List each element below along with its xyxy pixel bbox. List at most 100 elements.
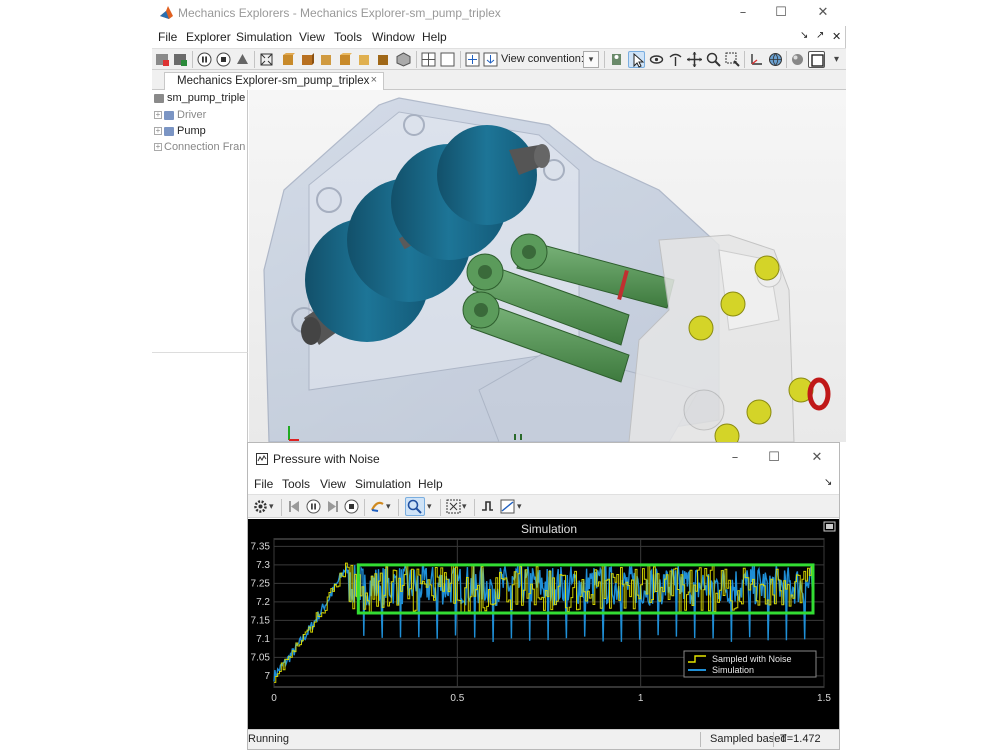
view-left-icon[interactable] [318,51,335,68]
subsystem-icon [164,110,174,120]
pump-model-render [249,90,846,442]
menu-tools[interactable]: Tools [282,477,310,491]
orbit-icon[interactable] [648,51,665,68]
y-tick-label: 7.3 [256,560,270,571]
settings-dropdown-icon[interactable]: ▾ [269,498,277,515]
tree-properties-pane [152,352,248,442]
scale-axes-icon[interactable] [445,498,462,515]
menu-simulation[interactable]: Simulation [355,477,411,491]
stop-icon[interactable] [215,51,232,68]
open-model-icon[interactable] [154,51,171,68]
menu-file[interactable]: File [254,477,273,491]
maximize-button[interactable]: ☐ [770,3,792,23]
view-right-icon[interactable] [337,51,354,68]
y-tick-label: 7 [264,671,270,682]
zoom-in-icon[interactable] [405,497,425,516]
step-back-icon[interactable] [286,498,303,515]
maximize-button[interactable]: ☐ [763,448,785,468]
expand-icon[interactable]: + [154,127,162,136]
frames-icon[interactable] [464,51,481,68]
dock-icon[interactable]: ↗ [816,30,824,41]
view-convention-dropdown[interactable]: ▾ [583,51,599,68]
zoom-dropdown-icon[interactable]: ▾ [427,498,435,515]
menu-view[interactable]: View [299,30,325,44]
background-color-icon[interactable] [808,51,825,68]
pan-icon[interactable] [686,51,703,68]
document-tab-row: Mechanics Explorer-sm_pump_triplex × [152,70,846,90]
close-button[interactable]: ✕ [806,448,828,468]
tree-root[interactable]: sm_pump_triple [154,92,245,104]
mechanics-explorer-window: Mechanics Explorers - Mechanics Explorer… [152,0,846,442]
export-icon[interactable] [482,51,499,68]
step-icon[interactable] [234,51,251,68]
save-icon[interactable] [172,51,189,68]
scope-plot-area[interactable]: Simulation 7 7.05 7.1 7.15 7.2 7.25 7.3 7.35 0 0.… [248,519,839,729]
view-bottom-icon[interactable] [375,51,392,68]
menu-tools[interactable]: Tools [334,30,362,44]
tree-item-connection-frames[interactable]: + Connection Fran [154,141,245,153]
minimize-button[interactable]: – [732,3,754,23]
x-tick-label: 0 [271,693,277,704]
triggers-icon[interactable] [479,498,496,515]
model-tree: sm_pump_triple + Driver + Pump + Connection… [152,90,248,352]
menu-simulation[interactable]: Simulation [236,30,292,44]
3d-viewport[interactable] [249,90,846,442]
split-view-icon[interactable] [420,51,437,68]
menu-view[interactable]: View [320,477,346,491]
axes-triad-icon[interactable] [748,51,765,68]
highlight-dropdown-icon[interactable]: ▾ [386,498,394,515]
scope-menu-bar: File Tools View Simulation Help ↘ [248,474,839,494]
undock-icon[interactable]: ↘ [800,30,808,41]
expand-icon[interactable]: + [154,143,162,152]
axes-undock-icon[interactable] [823,521,836,532]
tab-label: Mechanics Explorer-sm_pump_triplex [177,75,370,87]
tree-root-label: sm_pump_triple [167,92,246,104]
menu-file[interactable]: File [158,30,177,44]
pause-icon[interactable] [196,51,213,68]
globe-icon[interactable] [767,51,784,68]
scope-icon [256,453,268,465]
y-tick-label: 7.25 [251,578,271,589]
step-forward-icon[interactable] [324,498,341,515]
menu-explorer[interactable]: Explorer [186,30,231,44]
stop-icon[interactable] [343,498,360,515]
expand-icon[interactable]: + [154,111,162,120]
rotate-model-icon[interactable] [608,51,625,68]
fit-view-icon[interactable] [258,51,275,68]
menu-window[interactable]: Window [372,30,415,44]
view-back-icon[interactable] [299,51,316,68]
single-view-icon[interactable] [439,51,456,68]
scale-dropdown-icon[interactable]: ▾ [462,498,470,515]
zoom-box-icon[interactable] [724,51,741,68]
close-button[interactable]: ✕ [812,3,834,23]
matlab-logo-icon [160,6,173,19]
measurements-dropdown-icon[interactable]: ▾ [517,498,525,515]
pause-icon[interactable] [305,498,322,515]
menu-help[interactable]: Help [422,30,447,44]
tab-mechanics-explorer[interactable]: Mechanics Explorer-sm_pump_triplex × [164,72,384,90]
tab-close-icon[interactable]: × [371,74,377,86]
select-cursor-icon[interactable] [628,51,645,68]
tree-item-driver[interactable]: + Driver [154,109,206,121]
settings-gear-icon[interactable] [252,498,269,515]
view-front-icon[interactable] [280,51,297,68]
menu-bar: File Explorer Simulation View Tools Wind… [152,27,846,47]
x-tick-label: 1 [638,693,644,704]
cursor-measurements-icon[interactable] [499,498,516,515]
close-doc-icon[interactable]: ✕ [832,30,841,43]
legend-entry: Simulation [712,665,754,675]
toolbar-overflow-icon[interactable]: ▾ [828,51,845,68]
minimize-button[interactable]: – [724,448,746,468]
view-iso-icon[interactable] [395,51,412,68]
y-tick-label: 7.1 [256,634,270,645]
view-top-icon[interactable] [356,51,373,68]
highlight-block-icon[interactable] [369,498,386,515]
model-icon [154,93,164,103]
zoom-icon[interactable] [705,51,722,68]
dock-icon[interactable]: ↘ [824,477,832,488]
lighting-icon[interactable] [789,51,806,68]
menu-help[interactable]: Help [418,477,443,491]
tree-item-pump[interactable]: + Pump [154,125,206,137]
separator [744,51,745,68]
roll-icon[interactable] [667,51,684,68]
